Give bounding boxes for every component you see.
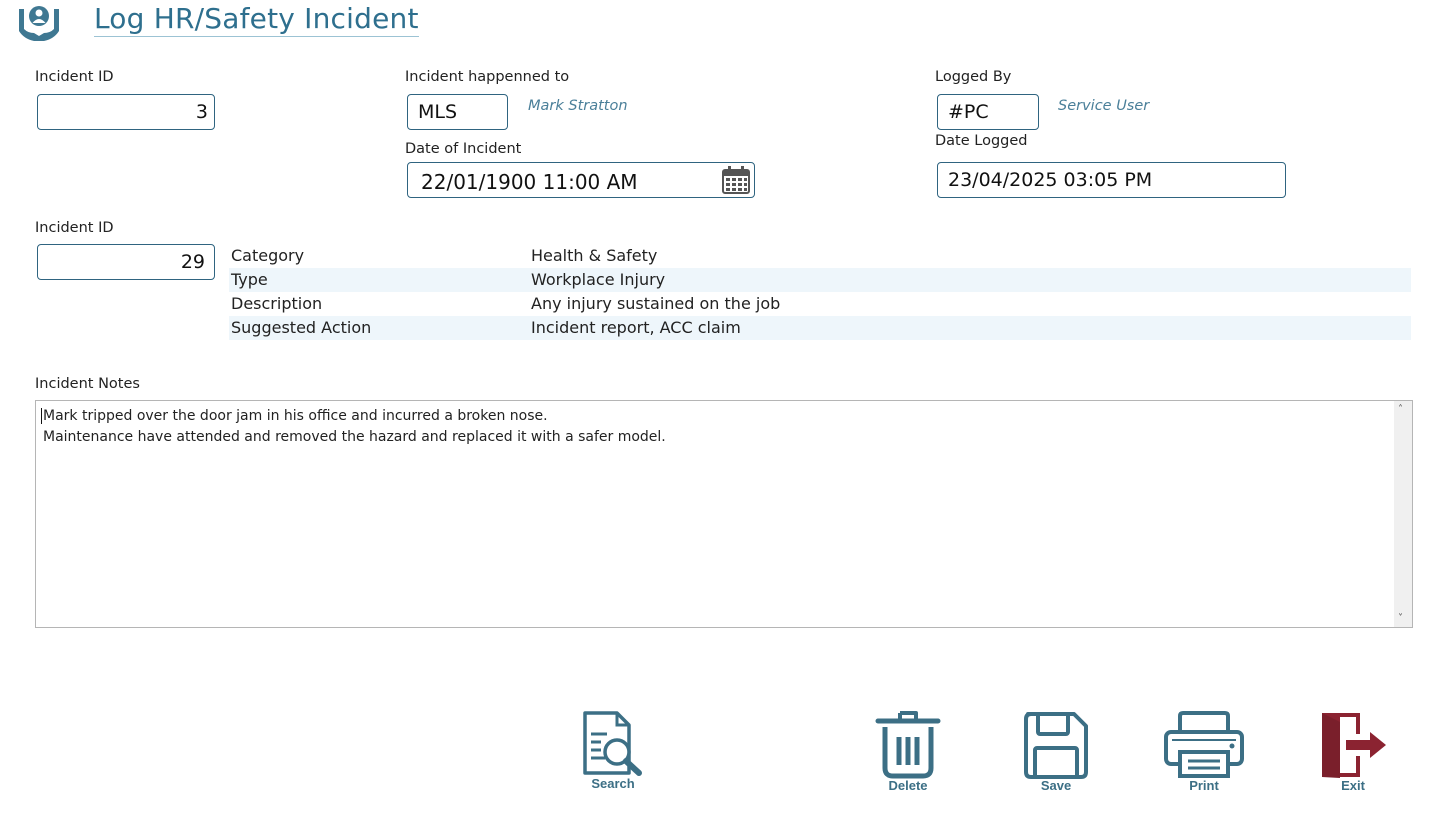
detail-key: Description [231,294,323,313]
page-title: Log HR/Safety Incident [94,2,419,37]
incident-id-field[interactable]: 3 [37,94,215,130]
logged-by-name: Service User [1058,98,1150,114]
detail-row-type: Type Workplace Injury [229,268,1411,292]
incident-notes-label: Incident Notes [35,376,140,392]
incident-type-id-field[interactable]: 29 [37,244,215,280]
notes-line: Maintenance have attended and removed th… [43,429,666,445]
floppy-disk-icon [1024,712,1088,779]
scroll-up-icon[interactable]: ˄ [1398,404,1403,415]
delete-button-label: Delete [888,778,928,793]
date-logged-value: 23/04/2025 03:05 PM [948,169,1153,191]
printer-icon [1164,711,1244,778]
detail-row-category: Category Health & Safety [229,244,1411,268]
detail-key: Type [231,270,268,289]
app-logo-icon [16,3,62,45]
notes-line: Mark tripped over the door jam in his of… [41,408,548,424]
notes-scrollbar[interactable]: ˄ ˅ [1394,401,1412,627]
detail-value: Any injury sustained on the job [531,294,781,313]
trash-icon [875,711,941,779]
scroll-down-icon[interactable]: ˅ [1398,613,1403,624]
detail-value: Health & Safety [531,246,658,265]
detail-value: Workplace Injury [531,270,666,289]
incident-notes-textarea[interactable]: Mark tripped over the door jam in his of… [35,400,1413,628]
incident-id-label: Incident ID [35,69,114,85]
search-button-label: Search [591,776,635,791]
delete-button[interactable]: Delete [872,710,944,796]
print-button[interactable]: Print [1160,710,1248,796]
happened-to-label: Incident happenned to [405,69,570,85]
detail-row-suggested-action: Suggested Action Incident report, ACC cl… [229,316,1411,340]
incident-type-id-label: Incident ID [35,220,114,236]
exit-button[interactable]: Exit [1314,710,1392,796]
save-button-label: Save [1040,778,1072,793]
detail-key: Category [231,246,305,265]
search-button[interactable]: Search [576,710,650,796]
date-of-incident-value: 22/01/1900 11:00 AM [421,170,638,194]
logged-by-label: Logged By [935,69,1012,85]
date-of-incident-label: Date of Incident [405,141,522,157]
incident-type-id-value: 29 [180,251,205,273]
happened-to-name: Mark Stratton [528,98,628,114]
date-of-incident-field[interactable]: 22/01/1900 11:00 AM [407,162,755,198]
print-button-label: Print [1189,778,1219,793]
detail-row-description: Description Any injury sustained on the … [229,292,1411,316]
exit-door-icon [1322,713,1386,778]
happened-to-code-field[interactable]: MLS [407,94,508,130]
date-logged-field[interactable]: 23/04/2025 03:05 PM [937,162,1286,198]
detail-key: Suggested Action [231,318,372,337]
calendar-icon[interactable] [721,165,751,195]
save-button[interactable]: Save [1020,710,1092,796]
logged-by-code-field[interactable]: #PC [937,94,1039,130]
exit-button-label: Exit [1341,778,1365,793]
search-document-icon [583,711,642,776]
happened-to-code-value: MLS [418,101,458,123]
logged-by-code-value: #PC [948,101,989,123]
detail-value: Incident report, ACC claim [531,318,741,337]
incident-id-value: 3 [195,101,208,123]
date-logged-label: Date Logged [935,133,1028,149]
